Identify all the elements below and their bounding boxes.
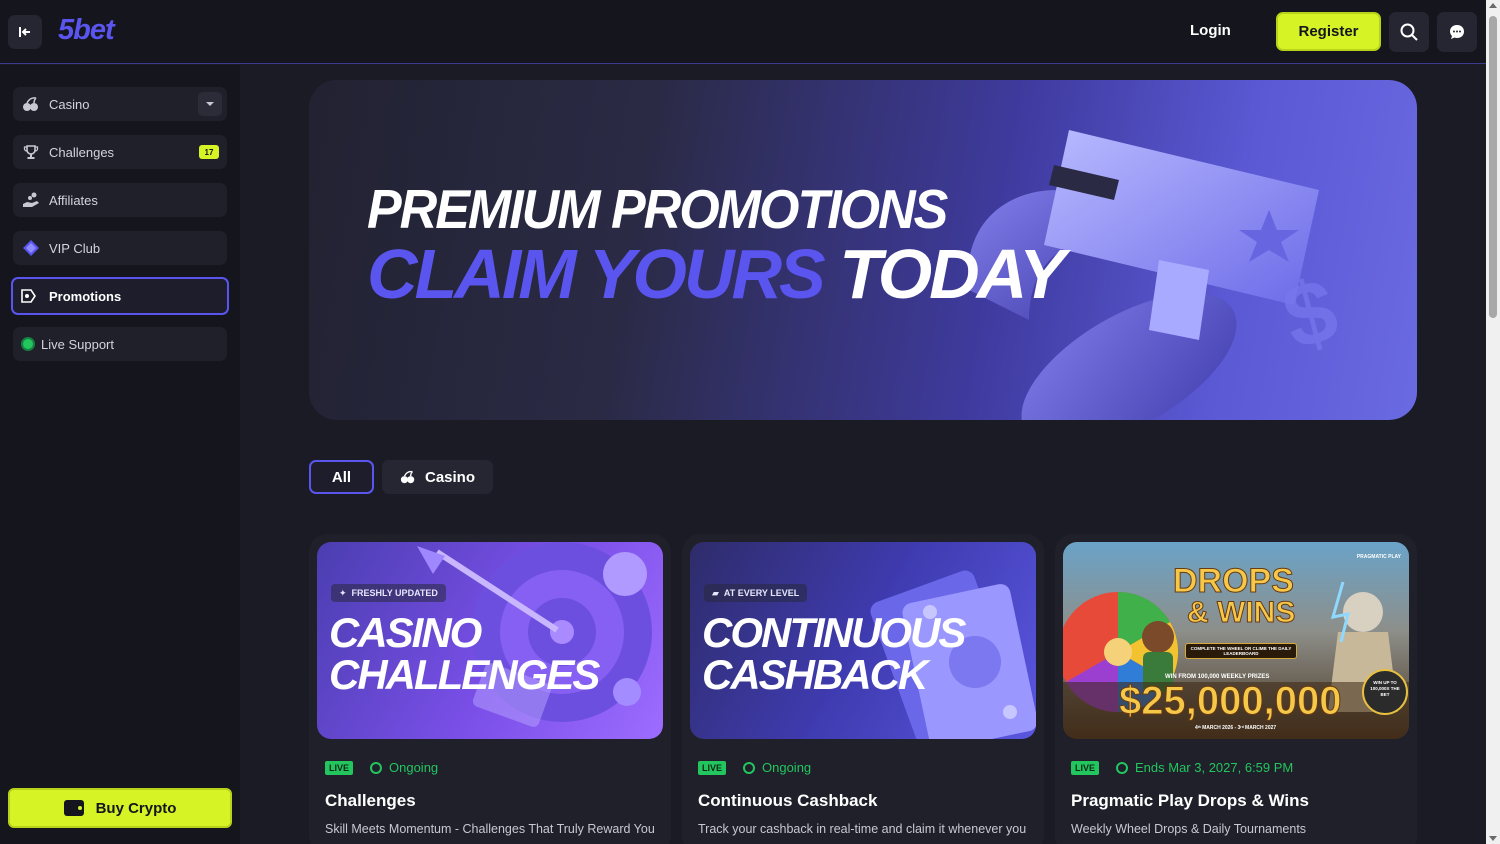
diamond-icon: [22, 239, 40, 257]
live-badge: LIVE: [325, 761, 354, 775]
sidebar-item-challenges[interactable]: Challenges 17: [13, 135, 227, 169]
sidebar-item-promotions[interactable]: Promotions: [11, 277, 229, 315]
card-status: Ongoing: [743, 760, 811, 775]
chevron-down-icon: [206, 102, 214, 106]
search-button[interactable]: [1389, 12, 1429, 52]
hero-subheadline: CLAIM YOURS TODAY: [367, 234, 1066, 314]
card-image-tag: ✦ FRESHLY UPDATED: [331, 584, 446, 602]
promo-card-image: ▰ AT EVERY LEVEL CONTINUOUS CASHBACK: [690, 542, 1036, 739]
buy-crypto-button[interactable]: Buy Crypto: [8, 788, 232, 828]
challenges-count-badge: 17: [199, 145, 219, 159]
live-badge: LIVE: [1071, 761, 1100, 775]
scroll-thumb[interactable]: [1489, 16, 1497, 318]
hero-white-text: TODAY: [839, 235, 1066, 313]
promo-card-drops-wins[interactable]: PRAGMATIC PLAY DROPS & WINS COMPLETE THE…: [1055, 534, 1417, 844]
live-badge: LIVE: [698, 761, 727, 775]
card-image-tag-label: FRESHLY UPDATED: [351, 588, 438, 598]
cash-icon: ▰: [712, 587, 719, 598]
sidebar-item-affiliates[interactable]: Affiliates: [13, 183, 227, 217]
top-header: 5bet Login Register: [0, 0, 1486, 64]
cherries-icon: [400, 470, 415, 484]
sidebar-item-label: Casino: [49, 96, 90, 112]
buy-crypto-label: Buy Crypto: [95, 799, 177, 817]
scroll-down-arrow-icon[interactable]: [1489, 836, 1497, 841]
cherries-icon: [22, 95, 40, 113]
prize-amount: $25,000,000: [1118, 679, 1342, 724]
sidebar-item-label: Affiliates: [49, 192, 98, 208]
register-button[interactable]: Register: [1276, 12, 1381, 51]
card-title: Pragmatic Play Drops & Wins: [1071, 791, 1309, 810]
win-multiplier-badge: WIN UP TO 100,000X THE BET: [1370, 680, 1400, 697]
wins-title: & WINS: [1186, 596, 1296, 630]
collapse-sidebar-button[interactable]: [8, 15, 42, 49]
clock-icon: [370, 761, 382, 774]
site-logo[interactable]: 5bet: [58, 14, 115, 47]
sidebar-item-label: Live Support: [41, 336, 114, 352]
sidebar-item-label: Promotions: [49, 288, 122, 304]
promo-ticket-icon: [20, 287, 38, 305]
clock-icon: [1116, 761, 1128, 774]
hand-coins-icon: [22, 191, 40, 209]
drops-subtitle: COMPLETE THE WHEEL OR CLIMB THE DAILY LE…: [1185, 643, 1297, 659]
sparkle-icon: ✦: [339, 587, 347, 598]
scroll-up-arrow-icon[interactable]: [1489, 3, 1497, 8]
filter-all-button[interactable]: All: [309, 460, 374, 494]
card-status-label: Ends Mar 3, 2027, 6:59 PM: [1135, 760, 1294, 775]
promo-card-image: ✦ FRESHLY UPDATED CASINO CHALLENGES: [317, 542, 663, 739]
card-status-label: Ongoing: [389, 760, 439, 775]
sidebar-item-vip-club[interactable]: VIP Club: [13, 231, 227, 265]
status-dot-icon: [21, 337, 35, 351]
card-description: Track your cashback in real-time and cla…: [698, 822, 1027, 836]
card-image-title: CASINO CHALLENGES: [329, 609, 600, 698]
collapse-sidebar-icon: [19, 27, 30, 37]
wallet-icon: [63, 800, 84, 816]
chat-button[interactable]: [1437, 12, 1477, 52]
card-title: Continuous Cashback: [698, 791, 878, 810]
hero-accent-text: CLAIM YOURS: [367, 235, 826, 313]
page-scrollbar[interactable]: [1486, 0, 1500, 844]
card-title: Challenges: [325, 791, 416, 810]
card-status: Ongoing: [370, 760, 438, 775]
sidebar: Casino Challenges 17 Affiliates VIP Club…: [0, 65, 240, 844]
card-image-title: CONTINUOUS CASHBACK: [702, 609, 966, 698]
login-button[interactable]: Login: [1190, 22, 1231, 39]
card-image-tag-label: AT EVERY LEVEL: [723, 588, 800, 598]
hero-headline: PREMIUM PROMOTIONS: [367, 179, 948, 241]
card-image-tag: ▰ AT EVERY LEVEL: [704, 584, 808, 602]
chat-icon: [1450, 25, 1464, 39]
sidebar-item-casino[interactable]: Casino: [13, 87, 227, 121]
search-icon: [1400, 23, 1418, 41]
promo-dates: 4ᵗʰ MARCH 2026 - 3ʳᵈ MARCH 2027: [1195, 725, 1277, 731]
promo-card-challenges[interactable]: ✦ FRESHLY UPDATED CASINO CHALLENGES LIVE …: [309, 534, 671, 844]
card-description: Skill Meets Momentum - Challenges That T…: [325, 822, 655, 836]
filter-casino-label: Casino: [424, 468, 475, 486]
promotions-hero-banner: $ PREMIUM PROMOTIONS CLAIM YOURS TODAY: [309, 80, 1417, 420]
card-description: Weekly Wheel Drops & Daily Tournaments: [1071, 822, 1307, 836]
card-image-brand: PRAGMATIC PLAY: [1356, 554, 1401, 560]
sidebar-item-label: Challenges: [49, 144, 115, 160]
filter-casino-button[interactable]: Casino: [382, 460, 493, 494]
sidebar-item-live-support[interactable]: Live Support: [13, 327, 227, 361]
promo-card-cashback[interactable]: ▰ AT EVERY LEVEL CONTINUOUS CASHBACK LIVE…: [682, 534, 1044, 844]
card-status: Ends Mar 3, 2027, 6:59 PM: [1116, 760, 1293, 775]
sidebar-item-label: VIP Club: [49, 240, 101, 256]
casino-dropdown-button[interactable]: [198, 92, 222, 116]
promo-card-image: PRAGMATIC PLAY DROPS & WINS COMPLETE THE…: [1063, 542, 1409, 739]
card-status-label: Ongoing: [762, 760, 812, 775]
trophy-icon: [22, 143, 40, 161]
clock-icon: [743, 761, 755, 774]
svg-text:$: $: [1273, 260, 1347, 370]
